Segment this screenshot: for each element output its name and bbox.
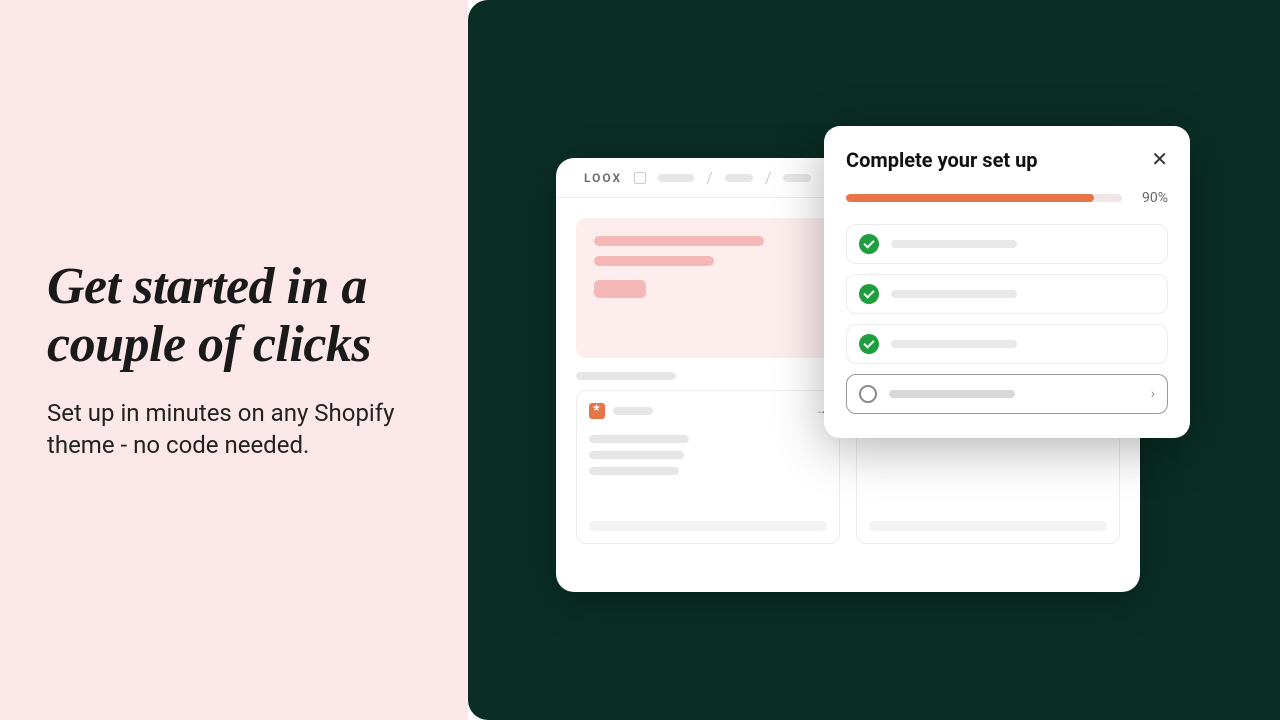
setup-task-done[interactable] [846, 224, 1168, 264]
breadcrumb-separator: / [765, 168, 772, 187]
placeholder-line [594, 236, 764, 246]
breadcrumb-item [725, 174, 753, 182]
placeholder-line [589, 435, 689, 443]
hero-heading: Get started in a couple of clicks [47, 258, 468, 372]
hero-left-panel: Get started in a couple of clicks Set up… [0, 0, 468, 720]
breadcrumb-item [783, 174, 811, 182]
circle-icon [859, 385, 877, 403]
setup-card: Complete your set up ✕ 90% › [824, 126, 1190, 438]
setup-title: Complete your set up [846, 148, 1038, 172]
progress-bar [846, 194, 1122, 202]
progress-row: 90% [846, 190, 1168, 206]
placeholder-line [613, 407, 653, 415]
task-label-placeholder [891, 240, 1017, 248]
hero-subheading: Set up in minutes on any Shopify theme -… [47, 397, 407, 462]
task-label-placeholder [891, 290, 1017, 298]
setup-task-done[interactable] [846, 274, 1168, 314]
placeholder-footer [589, 521, 827, 531]
section-title-placeholder [576, 372, 676, 380]
check-circle-icon [859, 234, 879, 254]
breadcrumb-separator: / [706, 168, 713, 187]
progress-fill [846, 194, 1094, 202]
task-label-placeholder [891, 340, 1017, 348]
placeholder-line [589, 467, 679, 475]
close-icon[interactable]: ✕ [1151, 150, 1168, 170]
star-icon [589, 403, 605, 419]
breadcrumb-item [658, 174, 694, 182]
setup-task-pending[interactable]: › [846, 374, 1168, 414]
home-icon [634, 172, 646, 184]
task-label-placeholder [889, 390, 1015, 398]
check-circle-icon [859, 334, 879, 354]
check-circle-icon [859, 284, 879, 304]
progress-percent-label: 90% [1134, 190, 1168, 206]
placeholder-footer [869, 521, 1107, 531]
placeholder-button [594, 280, 646, 298]
setup-task-done[interactable] [846, 324, 1168, 364]
app-logo: LOOX [584, 171, 622, 185]
chevron-right-icon: › [1151, 386, 1155, 402]
placeholder-line [594, 256, 714, 266]
placeholder-line [589, 451, 684, 459]
mock-card: → [576, 390, 840, 544]
